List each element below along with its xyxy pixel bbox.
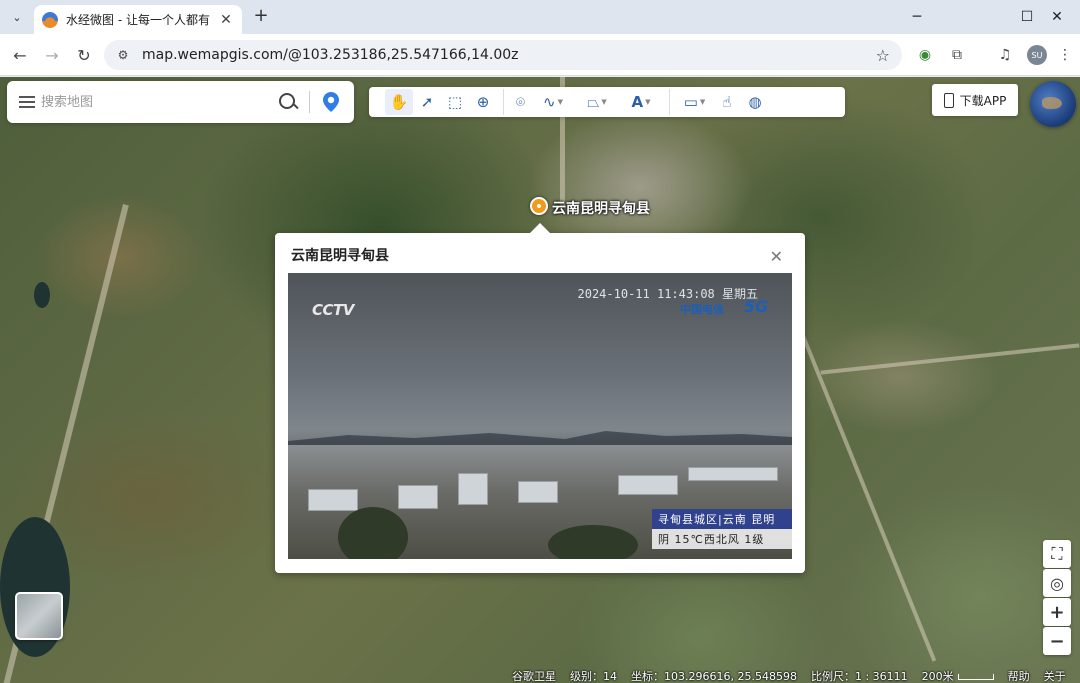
search-input[interactable] (41, 87, 277, 117)
video-building (398, 485, 438, 509)
url-field[interactable]: ⚙ map.wemapgis.com/@103.253186,25.547166… (104, 40, 902, 70)
extension-icon[interactable]: ◉ (914, 44, 936, 66)
marker-label[interactable]: 云南昆明寻甸县 (552, 198, 650, 218)
map-source: 谷歌卫星 (512, 670, 556, 683)
place-pin-icon[interactable]: ⌾ (503, 89, 531, 115)
profile-avatar[interactable]: SU (1027, 45, 1047, 65)
tab-close-icon[interactable]: ✕ (218, 12, 234, 28)
browser-tab[interactable]: 水经微图 - 让每一个人都有自己的地图 ✕ (34, 5, 242, 34)
map-road (820, 343, 1080, 375)
about-link[interactable]: 关于 (1044, 668, 1066, 683)
video-building (308, 489, 358, 511)
scale-readout: 比例尺：1 : 36111 (811, 668, 908, 683)
locate-icon[interactable]: ◎ (1043, 569, 1071, 597)
map-status-bar: 谷歌卫星 级别：14 坐标：103.296616, 25.548598 比例尺：… (512, 669, 1080, 683)
layer-switch-thumbnail[interactable] (15, 592, 63, 640)
download-app-label: 下载APP (959, 93, 1007, 108)
coord-value: 103.296616, 25.548598 (664, 670, 797, 683)
popup-close-icon[interactable]: ✕ (770, 247, 783, 266)
location-pin-icon[interactable] (322, 91, 340, 113)
browser-tab-bar: ⌄ 水经微图 - 让每一个人都有自己的地图 ✕ + ─ ☐ ✕ (0, 0, 1080, 34)
satellite-map[interactable]: ✋ ➚ ⬚ ⊕ ⌾ ∿▼ ⏢▼ A▼ ▭▼ ☝ ◍ 下载APP 云南昆明寻甸县 … (0, 77, 1080, 683)
cctv-logo: CCTV (312, 301, 354, 319)
scale-label: 比例尺： (810, 670, 855, 683)
tab-title: 水经微图 - 让每一个人都有自己的地图 (66, 13, 210, 27)
zoom-level-readout: 级别：14 (570, 668, 617, 683)
bookmark-star-icon[interactable]: ☆ (876, 46, 890, 65)
coord-label: 坐标： (631, 670, 664, 683)
tab-search-button[interactable]: ⌄ (6, 6, 28, 28)
video-timestamp: 2024-10-11 11:43:08 星期五 (577, 287, 759, 301)
menu-icon[interactable] (19, 96, 35, 108)
map-marker-icon[interactable] (530, 197, 548, 215)
scale-value: 1 : 36111 (854, 670, 908, 683)
popup-title: 云南昆明寻甸县 (291, 248, 389, 264)
draw-line-icon[interactable]: ∿ ▼ (531, 89, 575, 115)
measure-ruler-icon[interactable]: ▭ ▼ (669, 89, 713, 115)
pan-hand-icon[interactable]: ✋ (385, 89, 413, 115)
url-text[interactable]: map.wemapgis.com/@103.253186,25.547166,1… (142, 47, 866, 63)
video-caption: 寻甸县城区|云南 昆明 阴 15℃西北风 1级 (652, 509, 792, 549)
video-building (618, 475, 678, 495)
scale-bar: 200米 (922, 668, 994, 683)
draw-polygon-icon[interactable]: ⏢ ▼ (575, 89, 619, 115)
browser-address-bar: ← → ↻ ⚙ map.wemapgis.com/@103.253186,25.… (0, 34, 1080, 76)
scale-bar-graphic (957, 674, 994, 680)
divider (309, 91, 310, 113)
close-window-icon[interactable]: ✕ (1034, 0, 1080, 34)
site-favicon-icon (42, 11, 58, 28)
video-building (518, 481, 558, 503)
search-icon[interactable] (277, 91, 299, 113)
level-value: 14 (603, 670, 617, 683)
media-control-icon[interactable]: ♫ (994, 44, 1016, 66)
video-building (458, 473, 488, 505)
coord-readout: 坐标：103.296616, 25.548598 (631, 668, 797, 683)
minimize-icon[interactable]: ─ (894, 0, 940, 34)
zoom-in-button[interactable]: + (1043, 598, 1071, 626)
scale-distance: 200米 (921, 670, 954, 683)
back-icon[interactable]: ← (8, 43, 32, 67)
fullscreen-icon[interactable]: ⛶ (1043, 540, 1071, 568)
box-select-icon[interactable]: ⬚ (441, 89, 469, 115)
map-lake (34, 282, 50, 308)
forward-icon[interactable]: → (40, 43, 64, 67)
globe-view-icon[interactable]: ◍ (741, 89, 769, 115)
telecom-logo: 中国电信 (680, 303, 724, 316)
download-app-button[interactable]: 下载APP (932, 84, 1018, 116)
phone-icon (943, 92, 954, 108)
map-toolbar: ✋ ➚ ⬚ ⊕ ⌾ ∿ ▼ ⏢ ▼ A ▼ ▭ ▼ ☝ ◍ (369, 87, 845, 117)
caption-location: 寻甸县城区|云南 昆明 (652, 509, 792, 529)
reload-icon[interactable]: ↻ (72, 43, 96, 67)
select-pointer-icon[interactable]: ➚ (413, 89, 441, 115)
level-label: 级别： (570, 670, 603, 683)
zoom-out-button[interactable]: − (1043, 627, 1071, 655)
caption-weather: 阴 15℃西北风 1级 (652, 529, 792, 549)
live-camera-video[interactable]: CCTV 2024-10-11 11:43:08 星期五 中国电信 5G 寻甸县… (288, 273, 792, 559)
globe-switch-icon[interactable] (1030, 81, 1076, 127)
zoom-box-icon[interactable]: ⊕ (469, 89, 497, 115)
5g-logo: 5G (744, 297, 769, 316)
search-panel (7, 81, 354, 123)
site-info-icon[interactable]: ⚙ (114, 46, 132, 64)
browser-menu-icon[interactable]: ⋮ (1054, 44, 1076, 66)
video-tree (338, 507, 408, 559)
help-link[interactable]: 帮助 (1008, 668, 1030, 683)
text-tool-icon[interactable]: A ▼ (619, 89, 663, 115)
new-tab-button[interactable]: + (250, 6, 272, 28)
video-building (688, 467, 778, 481)
video-tree (548, 525, 638, 559)
camera-popup: 云南昆明寻甸县 ✕ CCTV 2024-10-11 11:43:08 星期五 中… (275, 223, 805, 573)
extensions-puzzle-icon[interactable]: ⧉ (946, 44, 968, 66)
click-query-icon[interactable]: ☝ (713, 89, 741, 115)
